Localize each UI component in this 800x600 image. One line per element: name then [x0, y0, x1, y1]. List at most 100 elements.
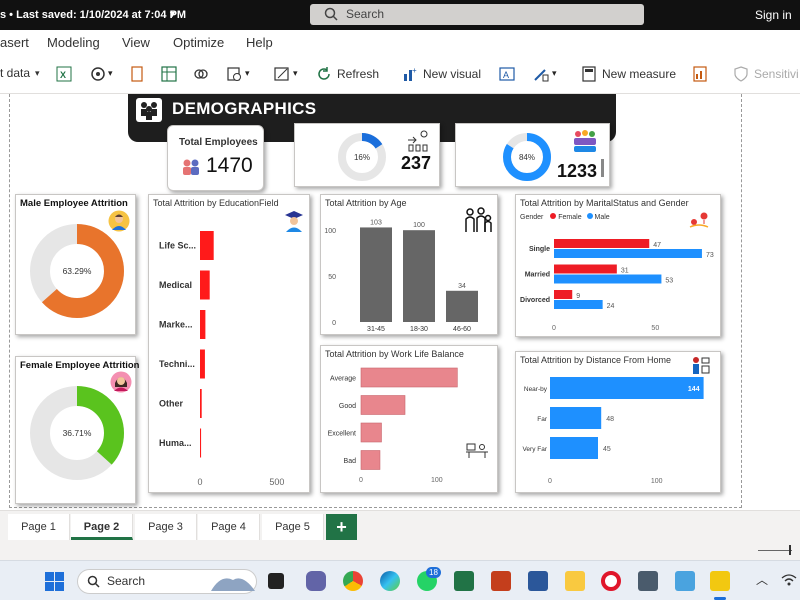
education-bars-svg: Life Sc... Medical Marke... Techni... Other H…	[159, 231, 284, 487]
tab-page-3[interactable]: Page 3	[135, 514, 197, 540]
distance-bars-svg: Near-by 144 Far 48 Very Far 45 0 100	[522, 377, 704, 485]
new-measure-button[interactable]: New measure	[581, 66, 676, 82]
work-life-balance-chart[interactable]: Total Attrition by Work Life Balance Ave…	[320, 345, 498, 493]
x-tick-label: 100	[431, 477, 443, 484]
menu-help[interactable]: Help	[246, 35, 273, 50]
app-icon-1[interactable]	[638, 571, 658, 591]
male-attrition-card[interactable]: Male Employee Attrition 63.29%	[15, 194, 136, 335]
x-tick-label: 0	[552, 325, 556, 332]
quick-measure-icon[interactable]	[692, 66, 708, 82]
male-attrition-donut: 63.29%	[30, 224, 124, 318]
chevron-down-icon[interactable]: ▼	[168, 9, 177, 19]
education-field-chart[interactable]: Total Attrition by EducationField Life S…	[148, 194, 310, 493]
category-label: Huma...	[159, 438, 192, 448]
svg-text:+: +	[412, 66, 417, 75]
tab-page-1[interactable]: Page 1	[8, 514, 70, 540]
wifi-icon[interactable]	[781, 573, 797, 587]
x-tick-label: 0	[359, 477, 363, 484]
tab-page-4[interactable]: Page 4	[198, 514, 260, 540]
excel-icon[interactable]	[454, 571, 474, 591]
transform-data-icon[interactable]	[274, 66, 290, 82]
ribbon: t data ▾ X ▾ ▾ ▾ Refresh + New visual A ▾ …	[0, 56, 800, 94]
data-label: 48	[606, 416, 614, 423]
bar-worklife-2	[360, 422, 382, 443]
total-employees-card[interactable]: Total Employees 1470	[167, 125, 264, 191]
link-icon[interactable]	[193, 66, 209, 82]
scrollbar[interactable]	[601, 159, 604, 177]
employees-icon	[183, 159, 199, 175]
powerpoint-icon[interactable]	[491, 571, 511, 591]
chevron-down-icon[interactable]: ▾	[108, 68, 113, 79]
menu-view[interactable]: View	[122, 35, 150, 50]
table-icon[interactable]	[161, 66, 177, 82]
chrome-icon[interactable]	[343, 571, 363, 591]
notepad-icon[interactable]	[675, 571, 695, 591]
edge-icon[interactable]	[380, 571, 400, 591]
opera-icon[interactable]	[601, 571, 621, 591]
category-label: 18-30	[410, 326, 428, 333]
active-employees-card[interactable]: 84% 1233	[455, 123, 610, 187]
recent-sources-icon[interactable]	[226, 66, 242, 82]
category-label: 46-60	[453, 326, 471, 333]
total-employees-label: Total Employees	[179, 137, 258, 148]
data-label: 9	[576, 293, 580, 300]
x-tick-label: 0	[548, 478, 552, 485]
tab-page-2[interactable]: Page 2	[71, 514, 133, 540]
word-icon[interactable]	[528, 571, 548, 591]
sign-in-link[interactable]: Sign in	[755, 8, 792, 22]
file-explorer-icon[interactable]	[565, 571, 585, 591]
sensitivity-button[interactable]: Sensitivi	[733, 66, 799, 82]
x-tick-label: 0	[197, 477, 202, 487]
zoom-slider[interactable]	[758, 550, 792, 551]
calculator-icon	[582, 66, 596, 82]
teams-chat-icon[interactable]	[306, 571, 326, 591]
get-data-label: t data	[0, 66, 31, 80]
active-count-value: 1233	[557, 161, 598, 181]
category-label: 31-45	[367, 326, 385, 333]
last-saved-text[interactable]: s • Last saved: 1/10/2024 at 7:04 PM	[0, 9, 186, 21]
search-icon	[324, 7, 338, 21]
y-tick-label: 50	[328, 274, 336, 281]
get-data-button[interactable]: t data ▾	[0, 66, 40, 80]
chevron-down-icon[interactable]: ▾	[245, 68, 250, 79]
chevron-down-icon[interactable]: ▾	[293, 68, 298, 79]
task-view-icon[interactable]	[268, 573, 284, 589]
search-highlight-icon	[211, 578, 255, 591]
refresh-button[interactable]: Refresh	[316, 66, 379, 82]
bar-education-1	[200, 270, 210, 300]
menu-modeling[interactable]: Modeling	[47, 35, 100, 50]
attrition-kpi-card[interactable]: 16% 237	[294, 123, 440, 187]
new-visual-button[interactable]: + New visual	[402, 66, 481, 82]
bar-marital-female-1	[554, 264, 617, 274]
marital-bars-svg: Single 47 73 Married 31 53 Divorced 9 24 0 50	[520, 239, 714, 332]
page-tabs: Page 1 Page 2 Page 3 Page 4 Page 5 +	[0, 510, 800, 542]
power-bi-icon[interactable]	[710, 571, 730, 591]
menu-insert[interactable]: asert	[0, 35, 29, 50]
more-visuals-icon[interactable]	[533, 66, 549, 82]
datahub-icon[interactable]	[90, 66, 106, 82]
search-input[interactable]: Search	[310, 4, 644, 25]
bar-marital-female-0	[554, 239, 650, 248]
chevron-up-icon[interactable]: ︿	[756, 571, 768, 588]
tab-page-5[interactable]: Page 5	[262, 514, 324, 540]
category-label: Very Far	[522, 446, 547, 453]
distance-from-home-chart[interactable]: Total Attrition by Distance From Home Ne…	[515, 351, 721, 493]
bar-marital-male-2	[554, 300, 603, 309]
female-attrition-donut: 36.71%	[30, 386, 124, 480]
bar-education-0	[200, 231, 214, 260]
excel-icon[interactable]: X	[56, 66, 72, 82]
menu-optimize[interactable]: Optimize	[173, 35, 224, 50]
active-donut: 84%	[503, 133, 551, 181]
windows-start-icon[interactable]	[45, 572, 64, 591]
age-chart[interactable]: Total Attrition by Age 0 50 100 103 31-45 100…	[320, 194, 498, 335]
female-attrition-card[interactable]: Female Employee Attrition 36.71%	[15, 356, 139, 504]
marital-status-chart[interactable]: Total Attrition by MaritalStatus and Gen…	[515, 194, 721, 337]
bar-distance-2	[550, 437, 598, 459]
dataflow-icon[interactable]	[129, 66, 145, 82]
taskbar-search-input[interactable]: Search	[77, 569, 257, 594]
chevron-down-icon[interactable]: ▾	[552, 68, 557, 79]
text-box-icon[interactable]: A	[499, 66, 515, 82]
zoom-slider-thumb[interactable]	[789, 545, 791, 555]
add-page-button[interactable]: +	[326, 514, 357, 540]
bar-education-3	[200, 349, 205, 379]
